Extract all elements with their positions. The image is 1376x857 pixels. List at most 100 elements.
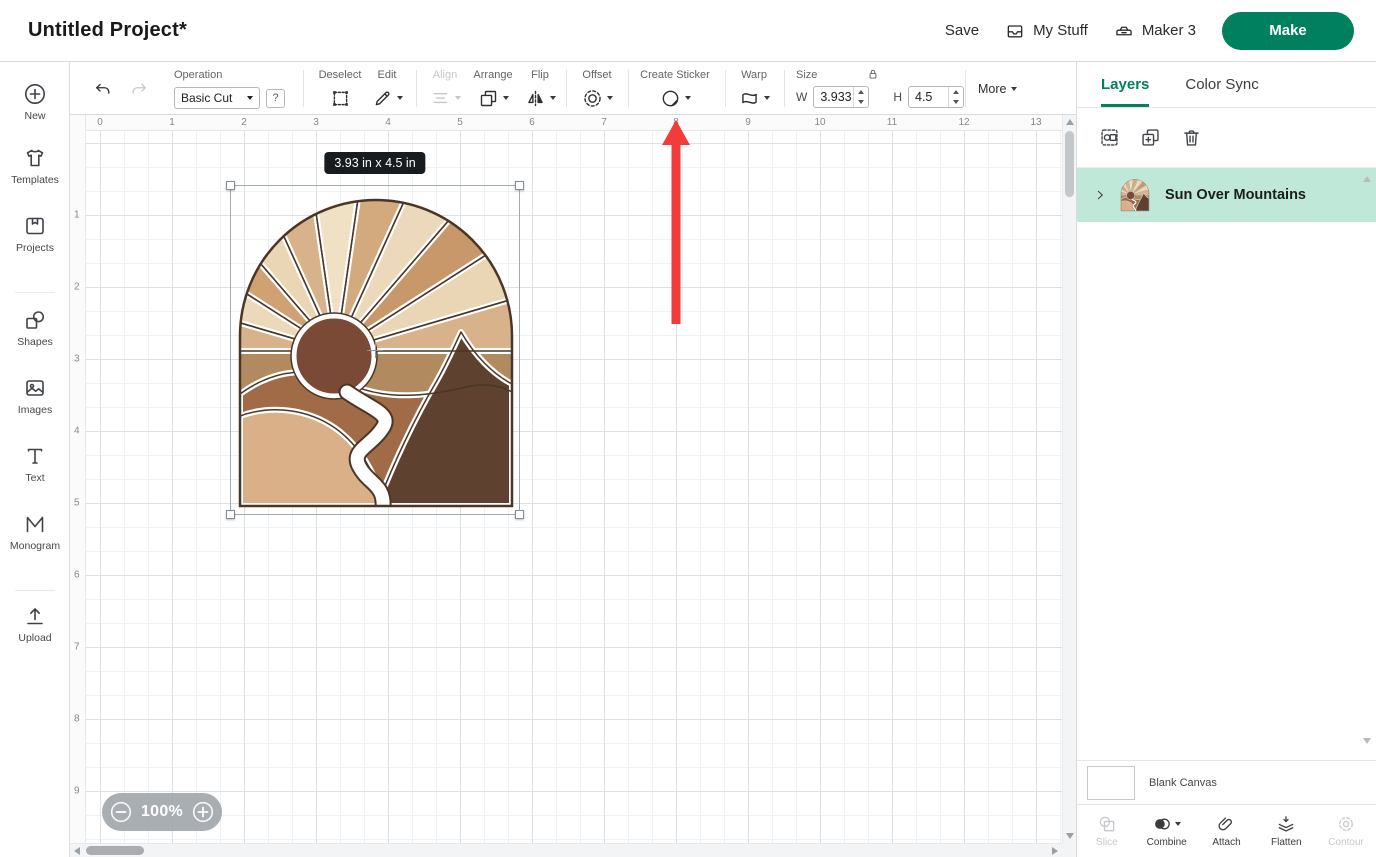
sidebar-item-shapes[interactable]: Shapes — [0, 308, 70, 348]
group-button[interactable] — [1099, 127, 1120, 148]
sidebar-item-monogram[interactable]: Monogram — [0, 512, 70, 552]
sidebar-item-projects[interactable]: Projects — [0, 214, 70, 254]
width-stepper[interactable] — [853, 87, 868, 107]
horizontal-scrollbar-thumb[interactable] — [86, 846, 144, 855]
monogram-icon — [23, 512, 47, 536]
flatten-button[interactable]: Flatten — [1256, 805, 1316, 857]
create-sticker-button[interactable] — [660, 86, 691, 110]
flip-button[interactable] — [525, 86, 556, 110]
panel-scroll-down-arrow[interactable] — [1363, 738, 1371, 744]
flatten-icon — [1276, 814, 1296, 834]
contour-icon — [1336, 814, 1356, 834]
offset-button[interactable] — [582, 86, 613, 110]
zoom-control: 100% — [102, 793, 222, 831]
zoom-out-button[interactable] — [110, 801, 132, 823]
undo-button[interactable] — [90, 76, 116, 102]
edit-button[interactable] — [372, 86, 403, 110]
align-button — [430, 86, 461, 110]
layer-thumbnail — [1117, 173, 1153, 217]
minus-circle-icon — [110, 801, 132, 823]
align-group: Align — [423, 69, 467, 110]
sun-over-mountains-artwork[interactable] — [231, 186, 521, 516]
blank-canvas-row: Blank Canvas — [1077, 760, 1376, 804]
scroll-down-arrow[interactable] — [1066, 833, 1074, 839]
cutting-machine-icon — [1114, 21, 1134, 41]
size-group: Size W 3.933 H 4.5 — [796, 69, 964, 108]
arrange-layers-icon — [478, 88, 499, 109]
tab-color-sync[interactable]: Color Sync — [1185, 62, 1258, 107]
chevron-down-icon — [685, 96, 691, 100]
vertical-scrollbar-thumb[interactable] — [1065, 131, 1074, 197]
blank-canvas-swatch[interactable] — [1087, 766, 1135, 800]
panel-scroll-up-arrow[interactable] — [1363, 176, 1371, 182]
more-button[interactable]: More — [978, 62, 1017, 115]
scrollbar-corner — [1062, 843, 1076, 857]
operation-select[interactable]: Basic Cut — [174, 87, 260, 109]
layer-actions-bar: Slice Combine Attach Flatten Contour — [1077, 804, 1376, 857]
chevron-down-icon — [607, 96, 613, 100]
duplicate-button[interactable] — [1140, 127, 1161, 148]
chevron-down-icon — [397, 96, 403, 100]
scroll-up-arrow[interactable] — [1066, 119, 1074, 125]
edit-toolbar: Operation Basic Cut ? Deselect Edit — [70, 62, 1076, 115]
arrange-button[interactable] — [478, 86, 509, 110]
pencil-icon — [372, 88, 393, 109]
chevron-down-icon — [764, 96, 770, 100]
selection-handle-bottom-right[interactable] — [515, 510, 524, 519]
scroll-right-arrow[interactable] — [1052, 847, 1058, 855]
panel-tabs: Layers Color Sync — [1077, 62, 1376, 108]
attach-button[interactable]: Attach — [1197, 805, 1257, 857]
selection-handle-top-left[interactable] — [226, 181, 235, 190]
combine-icon — [1152, 814, 1172, 834]
sidebar-divider — [15, 292, 55, 293]
sidebar-item-templates[interactable]: Templates — [0, 146, 70, 186]
text-icon — [23, 444, 47, 468]
selection-handle-top-right[interactable] — [515, 181, 524, 190]
flip-group: Flip — [519, 69, 561, 110]
chevron-right-icon[interactable] — [1093, 188, 1107, 202]
lock-proportions-button[interactable] — [866, 67, 880, 81]
offset-icon — [582, 88, 603, 109]
chevron-down-icon — [503, 96, 509, 100]
help-button[interactable]: ? — [266, 89, 285, 108]
sidebar-item-images[interactable]: Images — [0, 376, 70, 416]
combine-button[interactable]: Combine — [1137, 805, 1197, 857]
zoom-in-button[interactable] — [192, 801, 214, 823]
warp-icon — [739, 88, 760, 109]
save-button[interactable]: Save — [945, 22, 979, 39]
project-board-icon — [23, 214, 47, 238]
chevron-down-icon — [1011, 87, 1017, 91]
top-bar: Untitled Project* Save My Stuff Maker 3 … — [0, 0, 1376, 62]
shapes-icon — [23, 308, 47, 332]
vertical-ruler: 1 2 3 4 5 6 7 8 9 — [70, 115, 86, 843]
undo-icon — [93, 79, 113, 99]
layer-item-sun-over-mountains[interactable]: Sun Over Mountains — [1077, 168, 1376, 222]
machine-selector[interactable]: Maker 3 — [1114, 21, 1196, 41]
annotation-arrow-up — [659, 118, 693, 328]
make-button[interactable]: Make — [1222, 12, 1354, 50]
my-stuff-button[interactable]: My Stuff — [1005, 21, 1088, 41]
sidebar-item-upload[interactable]: Upload — [0, 604, 70, 644]
chevron-down-icon — [455, 96, 461, 100]
left-navigation: New Templates Projects Shapes Images Tex… — [0, 62, 70, 857]
selected-artwork[interactable]: 3.93 in x 4.5 in — [230, 185, 520, 515]
align-icon — [430, 88, 451, 109]
delete-button[interactable] — [1181, 127, 1202, 148]
height-input[interactable]: 4.5 — [908, 86, 964, 108]
inbox-icon — [1005, 21, 1025, 41]
slice-icon — [1097, 814, 1117, 834]
deselect-button[interactable] — [330, 86, 351, 110]
height-stepper[interactable] — [948, 87, 963, 107]
chevron-down-icon — [247, 96, 253, 100]
sidebar-item-text[interactable]: Text — [0, 444, 70, 484]
tab-layers[interactable]: Layers — [1101, 62, 1149, 107]
design-canvas[interactable]: 0 1 2 3 4 5 6 7 8 9 10 11 12 13 1 2 3 4 … — [70, 115, 1076, 857]
sidebar-item-new[interactable]: New — [0, 82, 70, 122]
selection-handle-bottom-left[interactable] — [226, 510, 235, 519]
blank-canvas-label: Blank Canvas — [1149, 777, 1217, 789]
project-title: Untitled Project* — [28, 19, 187, 42]
scroll-left-arrow[interactable] — [74, 847, 80, 855]
width-input[interactable]: 3.933 — [813, 86, 869, 108]
paperclip-icon — [1216, 814, 1236, 834]
warp-button[interactable] — [739, 86, 770, 110]
